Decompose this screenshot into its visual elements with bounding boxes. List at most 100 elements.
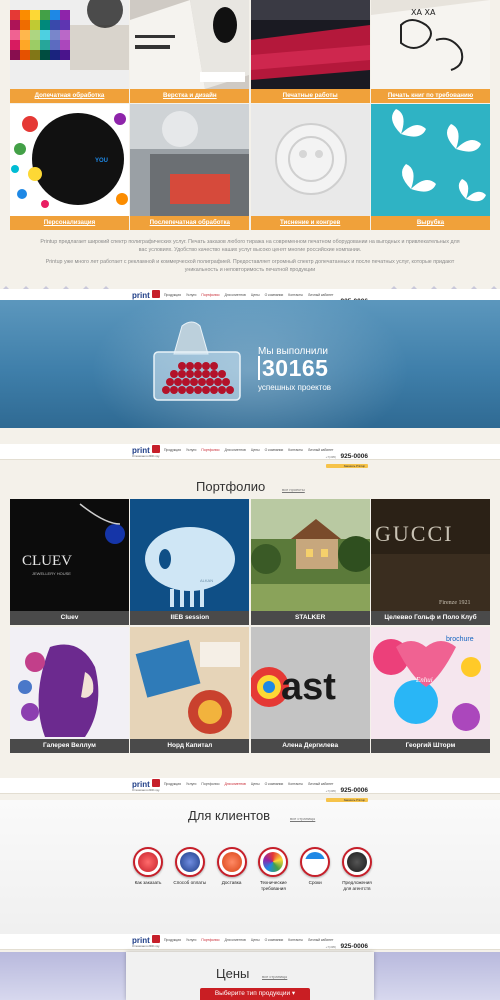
nav-item-prices[interactable]: Цены — [251, 938, 260, 942]
nav-item-contacts[interactable]: Контакты — [288, 448, 303, 452]
client-link-agencies[interactable]: Предложения для агентств — [339, 847, 375, 891]
portfolio-label[interactable]: IIEB session — [130, 611, 250, 625]
nav-item-services[interactable]: Услуги — [186, 782, 196, 786]
service-image — [250, 104, 370, 216]
portfolio-art-text: GUCCI — [375, 521, 453, 546]
order-button[interactable]: Заказать Printup — [325, 798, 368, 802]
nav-item-about[interactable]: О компании — [265, 782, 284, 786]
nav-item-about[interactable]: О компании — [265, 938, 284, 942]
phone-number[interactable]: 925-0006 — [341, 787, 368, 794]
service-tile[interactable]: Вырубка — [370, 104, 490, 230]
portfolio-label[interactable]: Алена Дергилева — [250, 739, 370, 753]
nav-item-clients[interactable]: Для клиентов — [224, 448, 245, 452]
nav-item-contacts[interactable]: Контакты — [288, 782, 303, 786]
nav-item-clients[interactable]: Для клиентов — [224, 293, 245, 297]
gear-icon[interactable] — [258, 847, 289, 877]
portfolio-tile[interactable]: ALKAN IIEB session — [130, 499, 250, 625]
select-value[interactable]: Выберите тип продукции — [215, 990, 290, 997]
portfolio-tile[interactable]: brochure Enhui Георгий Шторм — [370, 627, 490, 753]
nav-item-contacts[interactable]: Контакты — [288, 293, 303, 297]
nav-item-products[interactable]: Продукция — [164, 938, 181, 942]
nav-item-services[interactable]: Услуги — [186, 293, 196, 297]
portfolio-tile[interactable]: ast Алена Дергилева — [250, 627, 370, 753]
nav-item-products[interactable]: Продукция — [164, 782, 181, 786]
client-link-requirements[interactable]: Технические требования — [255, 847, 291, 891]
nav-item-prices[interactable]: Цены — [251, 782, 260, 786]
nav-item-about[interactable]: О компании — [265, 448, 284, 452]
client-link-label[interactable]: Как заказать — [130, 880, 166, 886]
svg-text:XA XA: XA XA — [411, 8, 436, 17]
logo-badge-icon — [152, 935, 160, 943]
portfolio-tile[interactable]: GUCCI Firenze 1921 Целевво Гольф и Поло … — [370, 499, 490, 625]
service-label[interactable]: Допечатная обработка — [10, 89, 129, 103]
nav-item-clients[interactable]: Для клиентов — [224, 782, 245, 786]
service-tile[interactable]: XA XA Печать книг по требованию — [370, 0, 490, 103]
client-link-terms[interactable]: Сроки — [297, 847, 333, 891]
service-label[interactable]: Тиснение и конгрев — [250, 216, 370, 230]
clients-all-link[interactable]: все страницы — [290, 816, 315, 821]
service-tile[interactable]: YOU Персонализация — [10, 104, 129, 230]
client-link-delivery[interactable]: Доставка — [214, 847, 250, 891]
client-link-label[interactable]: Способ оплаты — [172, 880, 208, 886]
portfolio-label[interactable]: Галерея Веллум — [10, 739, 129, 753]
nav-item-portfolio[interactable]: Портфолио — [201, 293, 219, 297]
logo[interactable]: print Отпечатано в 2000 году — [132, 779, 160, 793]
nav-item-contacts[interactable]: Контакты — [288, 938, 303, 942]
calendar-icon[interactable] — [300, 847, 331, 877]
service-tile[interactable]: Печатные работы — [250, 0, 370, 103]
phone-number[interactable]: 925-0006 — [341, 453, 368, 460]
cart-icon[interactable] — [133, 847, 163, 877]
nav-item-products[interactable]: Продукция — [164, 448, 181, 452]
client-link-payment[interactable]: Способ оплаты — [172, 847, 208, 891]
portfolio-label[interactable]: Норд Капитал — [130, 739, 250, 753]
service-tile[interactable]: Тиснение и конгрев — [250, 104, 370, 230]
service-label[interactable]: Печатные работы — [250, 89, 370, 103]
client-link-label[interactable]: Доставка — [214, 880, 250, 886]
service-tile[interactable]: Допечатная обработка — [10, 0, 129, 103]
portfolio-label[interactable]: STALKER — [250, 611, 370, 625]
service-label[interactable]: Послепечатная обработка — [130, 216, 250, 230]
client-link-how-to-order[interactable]: Как заказать — [130, 847, 166, 891]
order-button[interactable]: Заказать Printup — [325, 464, 368, 468]
truck-icon[interactable] — [216, 847, 247, 877]
nav-item-services[interactable]: Услуги — [186, 448, 196, 452]
logo[interactable]: print Отпечатано в 2000 году — [132, 445, 160, 459]
visa-icon[interactable] — [174, 847, 205, 877]
phone-number[interactable]: 925-0006 — [341, 943, 368, 950]
client-link-label[interactable]: Сроки — [297, 880, 333, 886]
portfolio-tile[interactable]: Норд Капитал — [130, 627, 250, 753]
nav-item-services[interactable]: Услуги — [186, 938, 196, 942]
portfolio-label[interactable]: Целевво Гольф и Поло Клуб — [370, 611, 490, 625]
nav-item-prices[interactable]: Цены — [251, 293, 260, 297]
service-tile[interactable]: Верстка и дизайн — [130, 0, 250, 103]
client-link-label[interactable]: Предложения для агентств — [339, 880, 375, 891]
service-label[interactable]: Верстка и дизайн — [130, 89, 250, 103]
prices-title: Цены — [216, 966, 250, 981]
portfolio-all-link[interactable]: все проекты — [282, 487, 305, 492]
nav-item-portfolio[interactable]: Портфолио — [201, 938, 219, 942]
product-type-select[interactable]: Выберите тип продукции ▾ — [200, 988, 310, 1000]
briefcase-icon[interactable] — [341, 847, 372, 877]
logo[interactable]: print Отпечатано в 2000 году — [132, 935, 160, 949]
clients-links: Как заказать Способ оплаты Доставка Техн… — [130, 847, 375, 891]
hero-counter: 30165 — [258, 356, 328, 380]
prices-all-link[interactable]: все страницы — [262, 974, 287, 979]
nav-item-clients[interactable]: Для клиентов — [224, 938, 245, 942]
nav-item-products[interactable]: Продукция — [164, 293, 181, 297]
portfolio-tile[interactable]: STALKER — [250, 499, 370, 625]
nav-item-portfolio[interactable]: Портфолио — [201, 448, 219, 452]
portfolio-label[interactable]: Георгий Шторм — [370, 739, 490, 753]
nav-item-portfolio[interactable]: Портфолио — [201, 782, 219, 786]
portfolio-label[interactable]: Cluev — [10, 611, 129, 625]
logo-text: print — [132, 446, 150, 455]
service-label[interactable]: Печать книг по требованию — [370, 89, 490, 103]
main-nav: Продукция Услуги Портфолио Для клиентов … — [164, 938, 333, 942]
portfolio-tile[interactable]: CLUEV JEWELLERY HOUSE Cluev — [10, 499, 129, 625]
portfolio-tile[interactable]: Галерея Веллум — [10, 627, 129, 753]
service-label[interactable]: Вырубка — [370, 216, 490, 230]
service-label[interactable]: Персонализация — [10, 216, 129, 230]
nav-item-about[interactable]: О компании — [265, 293, 284, 297]
service-tile[interactable]: Послепечатная обработка — [130, 104, 250, 230]
client-link-label[interactable]: Технические требования — [255, 880, 291, 891]
nav-item-prices[interactable]: Цены — [251, 448, 260, 452]
